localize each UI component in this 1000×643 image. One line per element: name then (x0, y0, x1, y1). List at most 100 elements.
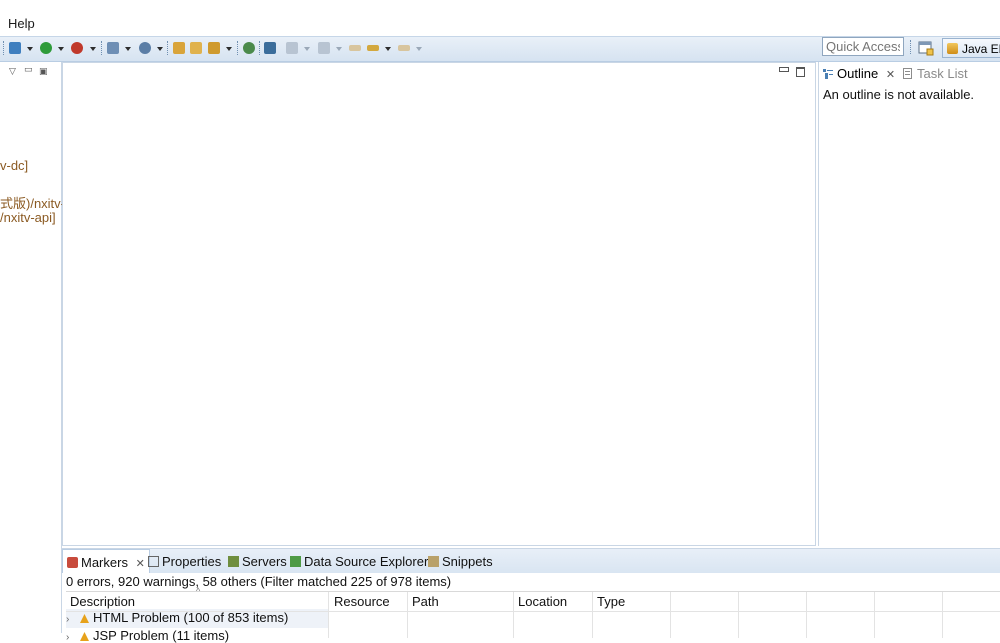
column-divider[interactable] (670, 592, 671, 638)
chevron-down-icon[interactable] (90, 47, 96, 51)
chevron-down-icon[interactable] (58, 47, 64, 51)
column-divider[interactable] (942, 592, 943, 638)
table-row[interactable]: › JSP Problem (11 items) (66, 628, 229, 643)
globe-icon[interactable] (243, 42, 255, 54)
view-menu-icon[interactable]: ▽ (9, 66, 16, 77)
close-icon[interactable]: ✕ (136, 558, 145, 570)
column-description[interactable]: Description (70, 594, 135, 609)
chevron-down-icon[interactable] (226, 47, 232, 51)
tab-markers-label: Markers (81, 555, 128, 570)
new-web-icon[interactable] (139, 42, 151, 54)
view-controls: ▽ ▭ ▣ (8, 64, 54, 77)
menu-help[interactable]: Help (8, 16, 35, 31)
tree-item[interactable]: /nxitv-api] (0, 210, 56, 225)
row-description: JSP Problem (11 items) (93, 628, 230, 643)
debug-icon[interactable] (9, 42, 21, 54)
perspective-label: Java EE (962, 42, 1000, 56)
servers-icon (228, 556, 239, 567)
java-ee-perspective-button[interactable]: Java EE (942, 38, 1000, 58)
task-list-icon (903, 67, 913, 79)
properties-icon (148, 556, 159, 567)
external-tools-icon[interactable] (71, 42, 83, 54)
bottom-tab-bar: Markers ✕ Properties Servers Data Source… (62, 549, 1000, 573)
menu-bar: Help (0, 0, 1000, 36)
tab-snippets[interactable]: Snippets (428, 554, 493, 569)
tab-task-list-label: Task List (917, 66, 968, 81)
outline-message: An outline is not available. (823, 87, 975, 102)
table-row[interactable]: › HTML Problem (100 of 853 items) (66, 610, 288, 625)
project-explorer-panel: ▽ ▭ ▣ v-dc] 式版)/nxitv-a /nxitv-api] (0, 62, 72, 633)
column-divider[interactable] (328, 592, 329, 638)
column-divider[interactable] (874, 592, 875, 638)
open-project-icon[interactable] (190, 42, 202, 54)
minimize-icon[interactable]: ▭ (24, 64, 33, 75)
column-type[interactable]: Type (597, 594, 625, 609)
tree-item[interactable]: v-dc] (0, 158, 28, 173)
open-folder-icon[interactable] (173, 42, 185, 54)
open-task-icon[interactable] (208, 42, 220, 54)
chevron-down-icon[interactable] (125, 47, 131, 51)
open-perspective-icon (918, 41, 934, 56)
tab-data-source-explorer[interactable]: Data Source Explorer (290, 554, 428, 569)
column-divider[interactable] (738, 592, 739, 638)
warning-icon (80, 632, 89, 641)
column-divider[interactable] (407, 592, 408, 638)
toolbar-grip[interactable] (101, 41, 104, 55)
last-edit-icon[interactable] (349, 45, 361, 51)
column-path[interactable]: Path (412, 594, 439, 609)
tab-properties[interactable]: Properties (148, 554, 221, 569)
toolbar-grip[interactable] (167, 41, 170, 55)
expand-icon[interactable]: › (66, 632, 80, 643)
tab-properties-label: Properties (162, 554, 222, 569)
annotation-icon[interactable] (286, 42, 298, 54)
tab-servers[interactable]: Servers (228, 554, 287, 569)
tab-task-list[interactable]: Task List (903, 66, 968, 81)
chevron-down-icon[interactable] (27, 47, 33, 51)
minimize-icon[interactable] (779, 67, 789, 72)
maximize-icon[interactable] (796, 67, 805, 77)
toolbar-grip[interactable] (3, 41, 6, 55)
toolbar-grip[interactable] (237, 41, 240, 55)
tab-markers[interactable]: Markers ✕ (62, 549, 150, 573)
toolbar-grip[interactable] (910, 40, 913, 54)
run-icon[interactable] (40, 42, 52, 54)
column-divider[interactable] (806, 592, 807, 638)
markers-table-header: ^ Description Resource Path Location Typ… (66, 586, 1000, 638)
column-resource[interactable]: Resource (334, 594, 390, 609)
markers-icon (67, 557, 78, 568)
prev-annotation-icon[interactable] (318, 42, 330, 54)
database-icon (290, 556, 301, 567)
tab-outline-label: Outline (837, 66, 879, 81)
java-ee-icon (947, 43, 958, 54)
sort-ascending-icon: ^ (196, 586, 201, 596)
chevron-down-icon[interactable] (385, 47, 391, 51)
quick-access-input[interactable] (822, 37, 904, 56)
sync-icon[interactable] (264, 42, 276, 54)
outline-icon (823, 67, 833, 79)
chevron-down-icon[interactable] (157, 47, 163, 51)
close-icon[interactable]: ✕ (886, 69, 895, 81)
column-location[interactable]: Location (518, 594, 567, 609)
chevron-down-icon[interactable] (304, 47, 310, 51)
column-divider[interactable] (513, 592, 514, 638)
markers-summary: 0 errors, 920 warnings, 58 others (Filte… (66, 574, 452, 589)
back-arrow-icon[interactable] (367, 45, 379, 51)
tab-snippets-label: Snippets (442, 554, 493, 569)
open-perspective-button[interactable] (918, 40, 934, 56)
tab-servers-label: Servers (242, 554, 287, 569)
forward-arrow-icon[interactable] (398, 45, 410, 51)
new-server-icon[interactable] (107, 42, 119, 54)
chevron-down-icon[interactable] (336, 47, 342, 51)
maximize-icon[interactable]: ▣ (39, 66, 48, 77)
expand-icon[interactable]: › (66, 614, 80, 625)
editor-area[interactable] (62, 62, 816, 546)
chevron-down-icon[interactable] (416, 47, 422, 51)
warning-icon (80, 614, 89, 623)
snippets-icon (428, 556, 439, 567)
column-divider[interactable] (592, 592, 593, 638)
row-description: HTML Problem (100 of 853 items) (93, 610, 289, 625)
toolbar-grip[interactable] (259, 41, 262, 55)
outline-panel: Outline ✕ Task List An outline is not av… (818, 62, 1000, 546)
bottom-panel: Markers ✕ Properties Servers Data Source… (62, 548, 1000, 643)
tab-outline[interactable]: Outline ✕ (823, 66, 895, 81)
